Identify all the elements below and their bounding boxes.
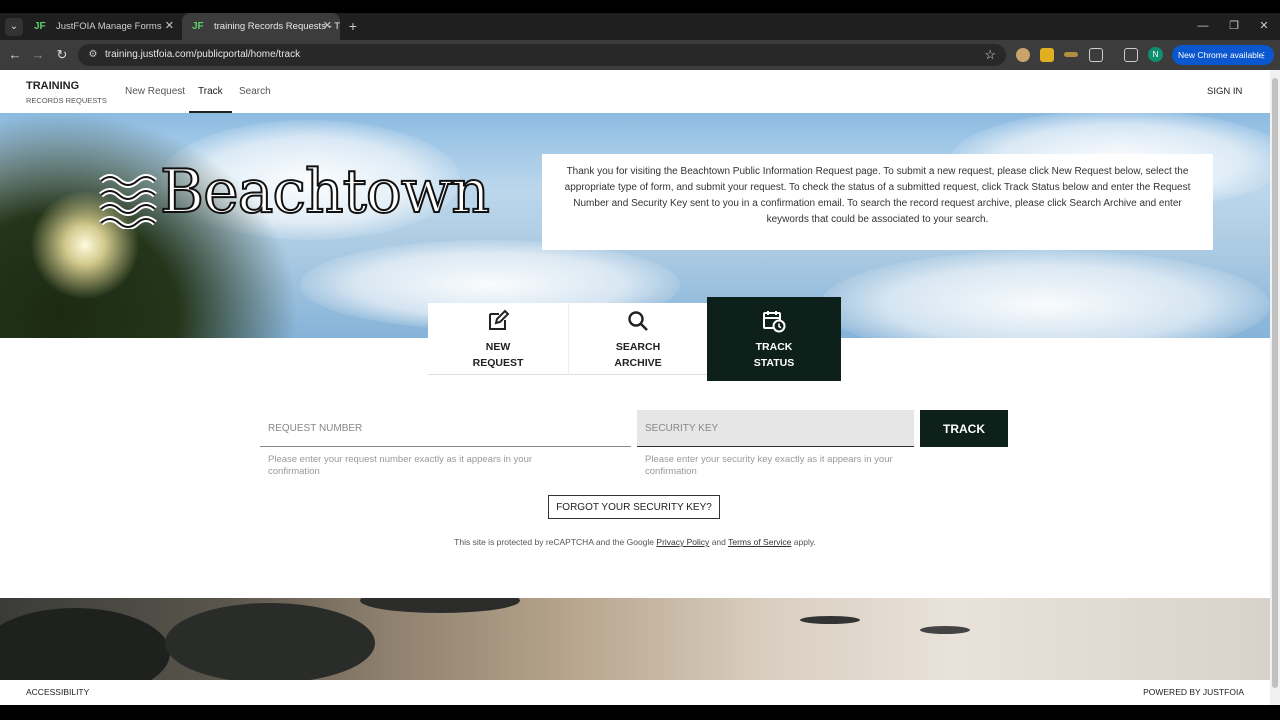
tab-title: JustFOIA Manage Forms (56, 21, 162, 32)
cloud-decoration (820, 250, 1270, 338)
address-bar[interactable]: ⚙ training.justfoia.com/publicportal/hom… (78, 44, 1006, 66)
url-text[interactable]: training.justfoia.com/publicportal/home/… (105, 44, 300, 66)
search-archive-line2: ARCHIVE (614, 357, 662, 369)
extension-bar-icon[interactable] (1064, 52, 1078, 57)
action-cards: NEW REQUEST SEARCH ARCHIVE TRACK STATUS (428, 297, 841, 383)
request-number-input[interactable] (260, 410, 631, 446)
restore-window-icon[interactable]: ❐ (1226, 13, 1242, 40)
privacy-policy-link[interactable]: Privacy Policy (656, 537, 709, 547)
security-key-input[interactable] (637, 410, 914, 446)
browser-tab-records-requests[interactable]: JF training Records Requests - Tra ✕ (182, 13, 340, 40)
track-status-line1: TRACK (755, 341, 793, 353)
track-status-line2: STATUS (753, 357, 795, 369)
track-button[interactable]: TRACK (920, 410, 1008, 447)
page-scrollbar[interactable] (1270, 70, 1280, 705)
edit-icon (489, 309, 510, 330)
justfoia-favicon-icon: JF (34, 21, 46, 32)
nav-track[interactable]: Track (189, 70, 232, 113)
brand-subtitle: RECORDS REQUESTS (26, 96, 107, 105)
close-tab-icon[interactable]: ✕ (323, 13, 332, 40)
recaptcha-and: and (711, 537, 726, 547)
rock-decoration (920, 626, 970, 634)
rock-decoration (360, 598, 520, 613)
page-footer: ACCESSIBILITY POWERED BY JUSTFOIA (0, 680, 1270, 705)
request-number-field[interactable] (260, 410, 631, 447)
extension-bag-icon[interactable] (1040, 48, 1054, 62)
forward-arrow-icon[interactable]: → (29, 46, 47, 64)
site-info-icon[interactable]: ⚙ (86, 48, 100, 62)
new-request-line1: NEW (485, 341, 511, 353)
beach-footer-image (0, 598, 1270, 680)
waves-logo-icon (99, 174, 157, 229)
bookmark-star-icon[interactable]: ☆ (984, 44, 996, 66)
request-number-hint: Please enter your request number exactly… (268, 454, 533, 477)
security-key-hint: Please enter your security key exactly a… (645, 454, 893, 477)
new-request-card[interactable]: NEW REQUEST (428, 303, 568, 375)
rock-decoration (165, 603, 375, 680)
search-archive-line1: SEARCH (615, 341, 661, 353)
close-tab-icon[interactable]: ✕ (165, 13, 174, 40)
nav-new-request[interactable]: New Request (125, 70, 185, 113)
calendar-clock-icon (763, 311, 786, 333)
back-arrow-icon[interactable]: ← (6, 46, 24, 64)
recaptcha-prefix: This site is protected by reCAPTCHA and … (454, 537, 655, 547)
logo-wordmark: Beachtown (159, 156, 491, 228)
new-tab-icon[interactable]: + (346, 13, 360, 40)
intro-message: Thank you for visiting the Beachtown Pub… (542, 154, 1213, 250)
side-panel-icon[interactable] (1124, 48, 1138, 62)
terms-of-service-link[interactable]: Terms of Service (728, 537, 791, 547)
extensions-puzzle-icon[interactable] (1089, 48, 1103, 62)
beachtown-logo: Beachtown (98, 156, 498, 235)
portal-header: TRAINING RECORDS REQUESTS New Request Tr… (0, 70, 1270, 113)
tab-search-button[interactable]: ⌄ (5, 18, 23, 36)
profile-avatar[interactable]: N (1148, 47, 1163, 62)
nav-search[interactable]: Search (239, 70, 271, 113)
more-menu-icon: ⋮ (1259, 50, 1269, 60)
sign-in-link[interactable]: SIGN IN (1207, 70, 1242, 113)
justfoia-favicon-icon: JF (192, 21, 204, 32)
scrollbar-thumb[interactable] (1272, 78, 1278, 688)
powered-by-link[interactable]: POWERED BY JUSTFOIA (1143, 680, 1244, 705)
browser-tab-manage-forms[interactable]: JF JustFOIA Manage Forms ✕ (24, 13, 182, 40)
search-icon (628, 311, 648, 331)
rock-decoration (0, 608, 170, 680)
page-content: Beachtown Thank you for visiting the Bea… (0, 70, 1270, 705)
rock-decoration (800, 616, 860, 624)
accessibility-link[interactable]: ACCESSIBILITY (26, 680, 89, 705)
extension-cookie-icon[interactable] (1016, 48, 1030, 62)
search-archive-card[interactable]: SEARCH ARCHIVE (568, 303, 707, 375)
new-request-line2: REQUEST (472, 357, 524, 369)
recaptcha-suffix: apply. (793, 537, 816, 547)
reload-icon[interactable]: ↻ (53, 46, 71, 64)
recaptcha-notice: This site is protected by reCAPTCHA and … (0, 537, 1270, 547)
forgot-security-key-button[interactable]: FORGOT YOUR SECURITY KEY? (548, 495, 720, 519)
browser-toolbar: ← → ↻ ⚙ training.justfoia.com/publicport… (0, 40, 1280, 70)
close-window-icon[interactable]: ✕ (1256, 13, 1272, 40)
chrome-update-button[interactable]: New Chrome available ⋮ (1172, 45, 1274, 65)
brand-title[interactable]: TRAINING (26, 80, 79, 92)
minimize-window-icon[interactable]: — (1195, 13, 1211, 40)
track-status-card[interactable]: TRACK STATUS (707, 297, 841, 381)
security-key-field[interactable] (637, 410, 914, 447)
chrome-update-label: New Chrome available (1178, 50, 1264, 60)
browser-tab-strip: ⌄ JF JustFOIA Manage Forms ✕ JF training… (0, 13, 1280, 40)
tab-title: training Records Requests - Tra (214, 21, 340, 32)
